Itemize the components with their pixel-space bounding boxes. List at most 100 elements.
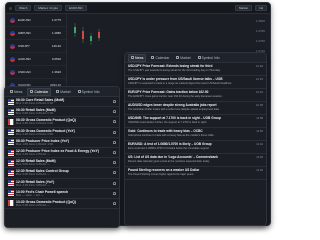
bell-icon[interactable]: [113, 110, 116, 114]
tab-label: Symbol Info: [81, 89, 100, 94]
event-detail: Prev: 0.4% Cons: 0.2% Act: 0.1%: [16, 102, 54, 106]
currency-flag-icon: [10, 43, 15, 49]
news-time: 11:58: [256, 116, 263, 120]
news-title: US: List of US data due in 'Logo Account…: [128, 155, 218, 159]
calendar-icon: [30, 90, 34, 93]
calendar-event[interactable]: 12:30 Retail Sales (MoM) Prev: 0.6% Cons:…: [5, 158, 119, 169]
watchlist-row[interactable]: EURUSD 1.0775: [6, 14, 66, 27]
timeframe-select[interactable]: 1H: [255, 5, 267, 11]
news-item[interactable]: EUR/JPY Price Forecast: Gains traction b…: [125, 89, 266, 102]
bell-icon[interactable]: [113, 130, 116, 134]
order-type-select[interactable]: Market: [234, 5, 253, 11]
news-title: AUD/USD edges lower despite strong Austr…: [128, 103, 217, 107]
watchlist-last: 149.40: [51, 44, 61, 48]
watchlist-row[interactable]: USDCAD 1.3620: [6, 66, 66, 79]
bell-icon[interactable]: [113, 161, 116, 165]
news-item[interactable]: US: List of US data due in 'Logo Account…: [125, 154, 266, 167]
watchlist-row[interactable]: GBPUSD 1.2680: [6, 27, 66, 40]
news-item[interactable]: USD/INR: The support at 7.1700 is back i…: [125, 115, 266, 128]
news-icon: [131, 56, 134, 59]
calendar-event[interactable]: 12:30 Retail Sales Control Group Prev: 0.…: [5, 168, 119, 179]
calendar-event[interactable]: 13:30 Gross Domestic Product (QoQ) Prev: …: [5, 199, 119, 210]
news-item[interactable]: EUR/USD: A test of 1.0680/1.0700 is like…: [125, 141, 266, 154]
calendar-event[interactable]: 08:30 Gross Domestic Product (QoQ) Prev: …: [5, 117, 119, 128]
news-title: Pound Sterling recovers on a weaker US D…: [128, 168, 200, 172]
market-icon: [56, 90, 60, 93]
price-axis-label: 1.0800: [255, 19, 265, 23]
calendar-event[interactable]: 08:30 Core Retail Sales (MoM) Prev: 0.4% …: [5, 97, 119, 108]
event-detail: Prev: 0.4% Cons: 0.2% Act: —: [16, 173, 50, 177]
canada-flag-icon: [8, 200, 14, 207]
bell-icon[interactable]: [113, 151, 116, 155]
news-time: 12:15: [256, 77, 263, 81]
us-flag-icon: [8, 139, 14, 146]
news-title: Gold: Continues to trade with heavy bias…: [128, 129, 203, 133]
calendar-panel: News Calendar Market Symbol Info 08:30 C…: [4, 86, 120, 228]
watchlist-symbol: EURUSD: [18, 18, 31, 22]
news-time: 12:20: [256, 64, 263, 68]
us-flag-icon: [8, 180, 14, 187]
calendar-event[interactable]: 13:00 Fed's Chair Powell speech Prev: — C…: [5, 189, 119, 199]
calendar-event[interactable]: 08:30 Retail Sales (MoM) Prev: 0.6% Cons:…: [5, 107, 119, 118]
bell-icon[interactable]: [113, 171, 116, 175]
bell-icon[interactable]: [113, 120, 116, 124]
us-flag-icon: [8, 159, 14, 166]
info-icon: [197, 56, 201, 59]
us-flag-icon: [8, 129, 14, 136]
menu-icon[interactable]: [9, 6, 12, 10]
canada-flag-icon: [8, 118, 14, 125]
event-detail: Prev: — Cons: — Act: —: [16, 193, 44, 197]
calendar-event[interactable]: 08:30 Gross Domestic Product (YoY) Prev: …: [5, 128, 119, 138]
watchlist-row[interactable]: AUDUSD 0.6540: [6, 53, 66, 66]
price-axis-label: 1.0780: [255, 29, 265, 33]
news-item[interactable]: Pound Sterling recovers on a weaker US D…: [125, 167, 266, 180]
news-time: 12:10: [256, 90, 263, 94]
calendar-event[interactable]: 08:30 Producer Price Index (YoY) Prev: 1.…: [5, 138, 119, 148]
us-flag-icon: [8, 169, 14, 176]
back-toolbar: Watch Market: Crypto EUR/USD Market 1H: [6, 3, 270, 14]
currency-flag-icon: [10, 69, 15, 75]
calendar-list: 08:30 Core Retail Sales (MoM) Prev: 0.4% …: [5, 97, 119, 210]
symbol-select[interactable]: EUR/USD: [65, 5, 87, 11]
tab-news[interactable]: News: [128, 53, 147, 62]
calendar-event[interactable]: 12:30 Producer Price Index ex Food & Ene…: [5, 148, 119, 159]
news-body: Recent data calendar gives a look at the…: [128, 160, 210, 163]
tab-market[interactable]: Market: [54, 88, 72, 96]
bell-icon[interactable]: [113, 100, 116, 104]
watchlist: EURUSD 1.0775 GBPUSD 1.2680 USDJPY 149.40 A…: [6, 14, 66, 92]
news-item[interactable]: USD/JPY is under pressure from US/Saudi …: [125, 76, 266, 89]
calendar-event[interactable]: 12:30 Retail Sales (YoY) Prev: 4.1% Cons:…: [5, 179, 119, 189]
tab-calendar[interactable]: Calendar: [149, 54, 171, 62]
news-title: USD/JPY Price Forecast: Extends losing s…: [128, 64, 213, 68]
tab-symbol-info[interactable]: Symbol Info: [76, 88, 102, 96]
news-title: EUR/USD: A test of 1.0680/1.0700 is like…: [128, 142, 212, 146]
watchlist-symbol: USDCAD: [18, 70, 31, 74]
bell-icon[interactable]: [113, 191, 116, 195]
market-select[interactable]: Market: Crypto: [34, 5, 63, 11]
news-item[interactable]: Gold: Continues to trade with heavy bias…: [125, 128, 266, 141]
toolbar-item[interactable]: Watch: [15, 5, 32, 11]
news-item[interactable]: AUD/USD edges lower despite strong Austr…: [125, 102, 266, 115]
news-icon: [10, 90, 13, 93]
news-tabs: News Calendar Market Symbol Info: [125, 53, 266, 63]
tab-label: News: [135, 55, 144, 60]
tab-symbol-info[interactable]: Symbol Info: [196, 54, 222, 62]
watchlist-symbol: USDJPY: [18, 44, 30, 48]
us-flag-icon: [8, 108, 14, 115]
tab-market[interactable]: Market: [174, 54, 192, 62]
us-flag-icon: [8, 149, 14, 156]
news-item[interactable]: USD/JPY Price Forecast: Extends losing s…: [125, 63, 266, 76]
bell-icon[interactable]: [113, 140, 116, 144]
event-detail: Prev: 2.4% Cons: 2.3% Act: —: [16, 153, 50, 157]
currency-flag-icon: [10, 30, 15, 36]
watchlist-symbol: GBPUSD: [18, 31, 31, 35]
watchlist-row[interactable]: USDJPY 149.40: [6, 40, 66, 53]
tab-label: Calendar: [155, 55, 170, 60]
bell-icon[interactable]: [113, 181, 116, 185]
tab-calendar[interactable]: Calendar: [27, 87, 52, 96]
news-time: 11:30: [256, 155, 263, 159]
price-axis-label: 1.0760: [255, 39, 265, 43]
tab-news[interactable]: News: [8, 88, 24, 96]
watchlist-symbol: AUDUSD: [18, 57, 31, 61]
bell-icon[interactable]: [113, 201, 116, 205]
